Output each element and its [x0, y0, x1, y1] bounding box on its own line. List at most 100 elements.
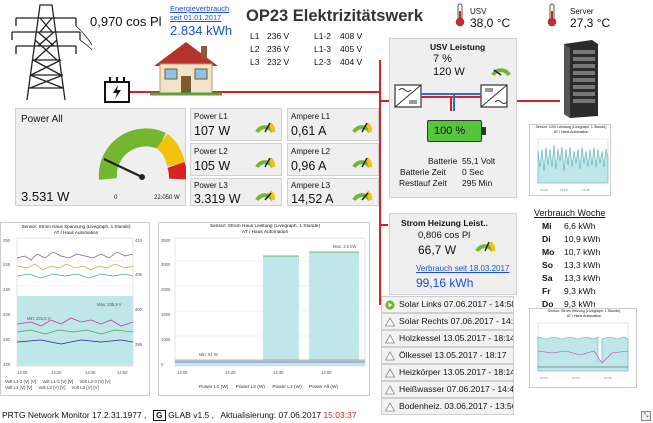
power-line-vertical	[379, 60, 381, 305]
svg-text:14:05: 14:05	[540, 188, 548, 192]
heating-since-link[interactable]: Verbrauch seit 18.03.2017	[416, 264, 509, 273]
usv-mini-chart-subtitle: AT / Haus Automation	[553, 130, 589, 134]
svg-text:240: 240	[3, 287, 11, 292]
voltage-chart-plot: 250 245 240 235 230 225 410 405 400 395 Max: 235…	[3, 237, 143, 375]
weekly-row: Mi 6,6 kWh	[542, 221, 596, 231]
alarm-row[interactable]: Solar Links 07.06.2017 - 14:58	[381, 296, 514, 313]
usv-temperature: 38,0 °C	[470, 16, 511, 30]
heating-mini-chart[interactable]: Sensor: Strom Heizung (Livegraph, 1 Stun…	[529, 308, 637, 388]
phase-row: L1-3 405 V	[314, 44, 363, 54]
ampere-l1-tile[interactable]: Ampere L1 0,61 A	[287, 108, 379, 141]
phase-row: L3 232 V	[250, 57, 290, 67]
power-l2-label: Power L2	[194, 147, 228, 156]
svg-text:14:20: 14:20	[225, 370, 236, 375]
power-line-server	[515, 100, 560, 102]
svg-text:1000: 1000	[161, 337, 171, 342]
dashboard-title: OP23 Elektrizitätswerk	[246, 7, 424, 25]
power-all-gauge-min: 0	[114, 195, 118, 201]
alarm-row[interactable]: Ölkessel 13.05.2017 - 18:17	[381, 347, 514, 364]
power-l2-gauge	[255, 157, 276, 169]
svg-text:395: 395	[135, 342, 143, 347]
alarm-row[interactable]: Heißwasser 07.06.2017 - 14:45	[381, 381, 514, 398]
alarm-label: Heißwasser 07.06.2017 - 14:45	[399, 384, 514, 394]
heating-gauge	[475, 241, 496, 253]
power-all-panel[interactable]: Power All 0 22.050 W 3.531 W	[15, 108, 186, 206]
ampere-l3-label: Ampere L3	[291, 181, 331, 190]
alarm-row[interactable]: Holzkessel 13.05.2017 - 18:14	[381, 330, 514, 347]
svg-text:3500: 3500	[161, 238, 171, 243]
svg-text:225: 225	[3, 362, 11, 367]
svg-text:0: 0	[161, 362, 164, 367]
heating-mini-chart-subtitle: AT / Haus Automation	[566, 314, 602, 318]
power-l3-tile[interactable]: Power L3 3.319 W	[190, 178, 282, 206]
legend-item: Volt L3 (V) [V]	[71, 385, 99, 390]
usv-mini-chart[interactable]: Sensor: USV Leistung (Livegraph, 1 Stund…	[529, 124, 611, 196]
ampere-l2-value: 0,96 A	[291, 159, 327, 173]
footer-product: PRTG Network Monitor 17.2.31.1977 ,	[2, 410, 147, 420]
power-l1-gauge	[255, 122, 276, 134]
usv-gauge	[491, 68, 511, 77]
phase-row: L1-2 408 V	[314, 31, 363, 41]
legend-item: Volt L1 (V) [V]	[5, 385, 33, 390]
footer-glab: GLAB v1.5 ,	[168, 410, 215, 420]
energy-value: 2.834 kWh	[170, 23, 233, 38]
usv-panel[interactable]: USV Leistung 7 % 120 W 100 % Batterie 55…	[389, 38, 517, 198]
power-l1-tile[interactable]: Power L1 107 W	[190, 108, 282, 141]
heating-title: Strom Heizung Leist..	[401, 218, 488, 228]
svg-text:Min: 231,5 V: Min: 231,5 V	[27, 316, 51, 321]
ampere-l3-gauge	[352, 190, 373, 202]
legend-item: Volt L1-2 (V) [V]	[5, 379, 36, 384]
power-chart-subtitle: AT / Haus Automation	[241, 230, 289, 235]
svg-text:14:05: 14:05	[177, 370, 188, 375]
energy-since-link[interactable]: Energieverbrauch seit 01.01.2017	[170, 4, 236, 22]
cos-phi-value: 0,970 cos Pl	[90, 14, 162, 29]
weekly-row: Di 10,9 kWh	[542, 234, 601, 244]
heating-watts: 66,7 W	[418, 243, 457, 257]
svg-text:Max: 3.5 kW: Max: 3.5 kW	[333, 244, 356, 249]
usv-battery-value: 55,1 Volt	[462, 156, 496, 166]
weekly-row: Sa 13,3 kWh	[542, 273, 601, 283]
power-l2-value: 105 W	[194, 159, 231, 173]
usv-battery-time-label: Batterie Zeit	[400, 167, 446, 177]
server-label: Server	[570, 7, 594, 16]
usv-runtime-value: 295 Min	[462, 178, 493, 188]
power-chart-plot: 3500 3000 2000 1500 1000 0 Max: 3.5 kW Min: 91…	[161, 237, 366, 375]
power-l2-tile[interactable]: Power L2 105 W	[190, 143, 282, 176]
weekly-title: Verbrauch Woche	[534, 208, 606, 218]
power-all-value: 3.531 W	[21, 189, 70, 204]
ampere-l1-label: Ampere L1	[291, 112, 331, 121]
power-all-gauge-max: 22.050 W	[154, 195, 180, 201]
alarm-row[interactable]: Heizkörper 13.05.2017 - 18:14	[381, 364, 514, 381]
ampere-l2-tile[interactable]: Ampere L2 0,96 A	[287, 143, 379, 176]
svg-text:14:45: 14:45	[604, 376, 612, 380]
battery-terminal	[482, 127, 486, 135]
power-chart[interactable]: Sensor: Strom Haus Leistung (Livegraph, …	[158, 222, 370, 396]
heating-mini-chart-plot: 14:05 14:25 14:45	[537, 322, 629, 380]
server-temperature: 27,3 °C	[570, 16, 611, 30]
voltage-chart-subtitle: AT / Haus Automation	[53, 230, 99, 235]
svg-text:14:05: 14:05	[540, 376, 548, 380]
svg-text:14:35: 14:35	[273, 370, 284, 375]
usv-converter-diagram	[394, 84, 508, 111]
svg-text:230: 230	[3, 337, 11, 342]
warning-triangle-icon	[385, 368, 395, 378]
footer: PRTG Network Monitor 17.2.31.1977 , G GL…	[2, 410, 602, 422]
alarm-row[interactable]: Solar Rechts 07.06.2017 - 14:58	[381, 313, 514, 330]
svg-text:14:45: 14:45	[582, 188, 590, 192]
transformer-icon	[104, 77, 130, 103]
ampere-l1-value: 0,61 A	[291, 124, 327, 138]
legend-item: Power L1 (W)	[199, 385, 229, 390]
alarm-label: Ölkessel 13.05.2017 - 18:17	[399, 350, 507, 360]
usv-percent: 7 %	[433, 53, 452, 65]
resize-corner-icon[interactable]: ⤡	[641, 411, 651, 421]
warning-triangle-icon	[385, 317, 395, 327]
svg-text:14:50: 14:50	[117, 370, 128, 375]
usv-panel-title: USV Leistung	[430, 42, 486, 52]
svg-text:1500: 1500	[161, 312, 171, 317]
heating-panel[interactable]: Strom Heizung Leist.. 0,806 cos Pl 66,7 …	[389, 213, 517, 295]
battery-percent: 100 %	[434, 125, 466, 137]
ampere-l3-tile[interactable]: Ampere L3 14,52 A	[287, 178, 379, 206]
svg-text:14:05: 14:05	[17, 370, 28, 375]
weekly-row: Fr 9,3 kWh	[542, 286, 596, 296]
voltage-chart[interactable]: Sensor: Strom Haus Spannung (Livegraph, …	[0, 222, 150, 396]
